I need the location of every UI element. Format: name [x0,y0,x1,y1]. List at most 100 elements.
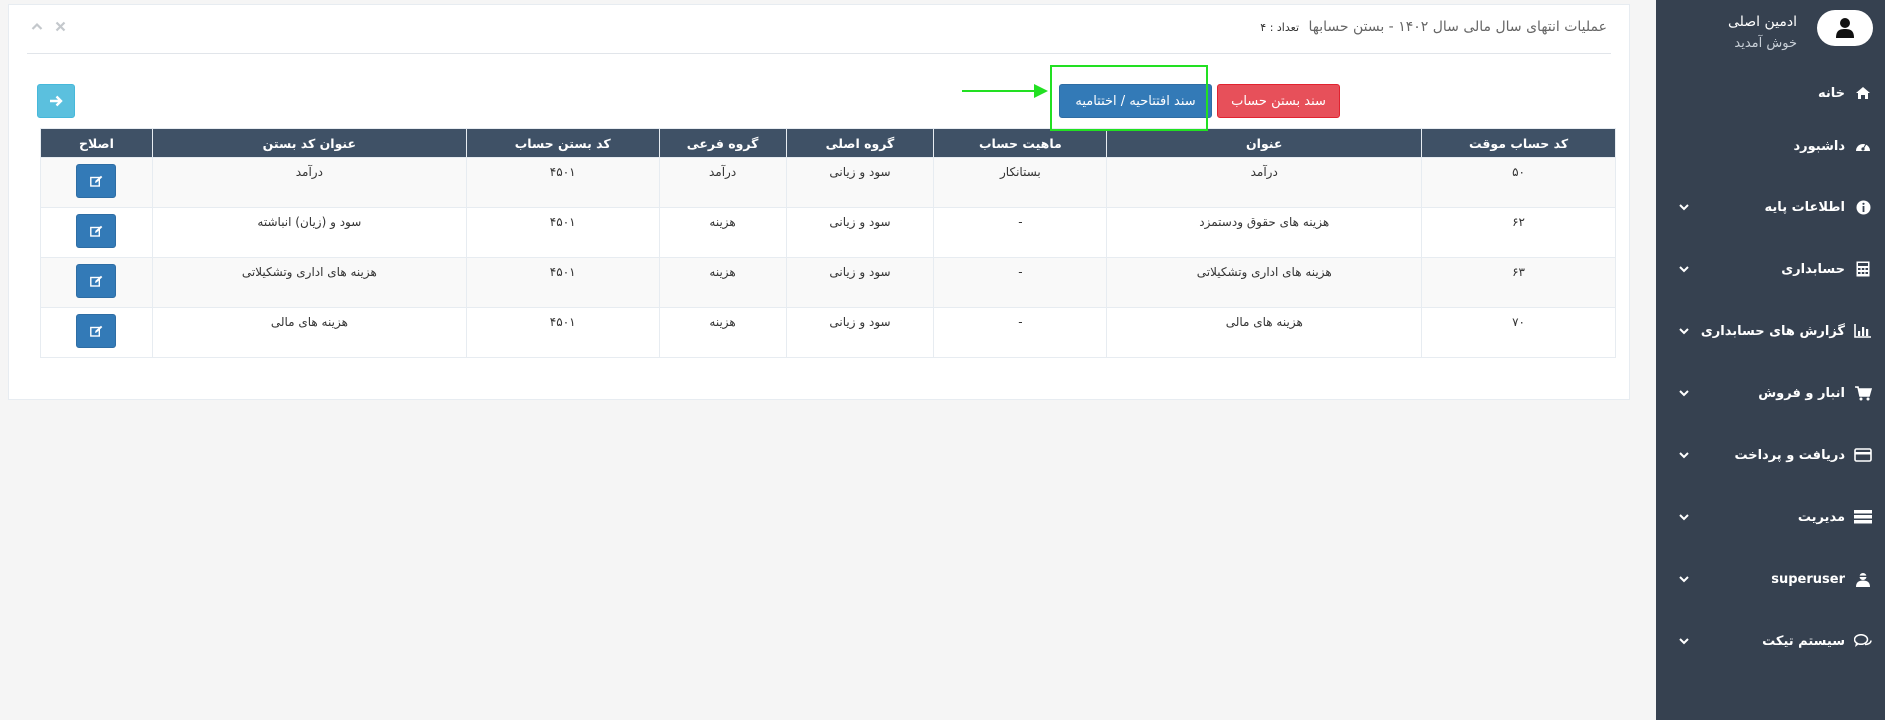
table-cell: هزینه های اداری وتشکیلاتی [151,257,467,308]
sidebar-item-label: اطلاعات پایه [1764,199,1845,215]
home-icon [1853,83,1873,103]
annotation-arrow-line [962,90,1044,92]
table-cell: هزینه های مالی [151,307,467,358]
table-cell: بستانکار [933,157,1108,208]
table-cell: ۴۵۰۱ [465,207,660,258]
chevron-down-icon [1679,328,1689,335]
sidebar-item-receipt-payment[interactable]: دریافت و پرداخت [1656,435,1885,475]
table-row: ۵۰ درآمد بستانکار سود و زیانی درآمد ۴۵۰۱… [40,157,1616,208]
chevron-down-icon [1679,514,1689,521]
panel-divider [27,53,1611,54]
sidebar-item-label: گزارش های حسابداری [1700,323,1845,339]
column-header: گروه اصلی [785,128,935,158]
table-cell: سود و (زیان) انباشته [151,207,467,258]
table-cell: ۴۵۰۱ [465,257,660,308]
chevron-down-icon [1679,452,1689,459]
annotation-arrow-head [1034,84,1048,98]
sidebar-item-management[interactable]: مدیریت [1656,497,1885,537]
table-header-row: کد حساب موقت عنوان ماهیت حساب گروه اصلی … [40,128,1616,158]
column-header: کد بستن حساب [465,128,660,158]
edit-icon [90,175,103,187]
edit-icon [90,325,103,337]
sidebar-item-inventory-sales[interactable]: انبار و فروش [1656,373,1885,413]
table-cell: هزینه [658,307,787,358]
server-icon [1853,507,1873,527]
user-icon [1836,18,1854,38]
table-cell: درآمد [658,157,787,208]
edit-cell [40,307,153,358]
table-cell: ۶۳ [1421,257,1616,308]
sidebar-item-home[interactable]: خانه [1656,73,1885,113]
chevron-down-icon [1679,266,1689,273]
column-header: عنوان [1106,128,1423,158]
table-cell: ۵۰ [1421,157,1616,208]
table-row: ۷۰ هزینه های مالی - سود و زیانی هزینه ۴۵… [40,307,1616,358]
user-name: ادمین اصلی [1727,14,1797,30]
sidebar-item-superuser[interactable]: superuser [1656,559,1885,599]
table-cell: - [933,207,1108,258]
edit-button[interactable] [76,314,117,348]
sidebar-item-accounting-reports[interactable]: گزارش های حسابداری [1656,311,1885,351]
sidebar: ادمین اصلی خوش آمدید خانه داشبورد اطلاعا… [1656,0,1885,720]
edit-cell [40,257,153,308]
annotation-highlight-box [1050,65,1208,131]
column-header: کد حساب موقت [1421,128,1616,158]
page-title: عملیات انتهای سال مالی سال ۱۴۰۲ - بستن ح… [1308,19,1607,35]
table-cell: - [933,307,1108,358]
table-cell: هزینه [658,207,787,258]
table-cell: ۴۵۰۱ [465,157,660,208]
close-account-doc-button[interactable]: سند بستن حساب [1217,84,1340,118]
edit-button[interactable] [76,164,117,198]
sidebar-item-label: superuser [1771,571,1845,587]
sidebar-item-label: خانه [1817,85,1845,101]
edit-icon [90,275,103,287]
main-panel: عملیات انتهای سال مالی سال ۱۴۰۲ - بستن ح… [8,4,1630,400]
avatar[interactable] [1817,10,1873,46]
table-row: ۶۳ هزینه های اداری وتشکیلاتی - سود و زیا… [40,257,1616,308]
user-box: ادمین اصلی خوش آمدید [1656,0,1885,60]
table-cell: سود و زیانی [785,307,935,358]
edit-icon [90,225,103,237]
back-button[interactable] [37,84,75,118]
sidebar-item-ticket-system[interactable]: سیستم تیکت [1656,621,1885,661]
sidebar-item-basic-info[interactable]: اطلاعات پایه [1656,187,1885,227]
column-header: گروه فرعی [658,128,787,158]
cart-icon [1853,383,1873,403]
table-cell: سود و زیانی [785,207,935,258]
table-cell: درآمد [151,157,467,208]
credit-card-icon [1853,445,1873,465]
edit-button[interactable] [76,264,117,298]
dashboard-icon [1853,136,1873,156]
table-cell: هزینه های حقوق ودستمزد [1106,207,1423,258]
sidebar-item-dashboard[interactable]: داشبورد [1656,126,1885,166]
table-cell: هزینه [658,257,787,308]
column-header: عنوان کد بستن [151,128,467,158]
user-welcome: خوش آمدید [1734,36,1797,51]
comments-icon [1853,631,1873,651]
sidebar-item-label: حسابداری [1781,261,1845,277]
table-cell: هزینه های اداری وتشکیلاتی [1106,257,1423,308]
table-cell: هزینه های مالی [1106,307,1423,358]
sidebar-item-label: سیستم تیکت [1762,633,1845,649]
arrow-right-icon [50,95,63,107]
sidebar-item-accounting[interactable]: حسابداری [1656,249,1885,289]
table-cell: درآمد [1106,157,1423,208]
edit-button[interactable] [76,214,117,248]
chevron-down-icon [1679,576,1689,583]
edit-cell [40,207,153,258]
table-cell: ۷۰ [1421,307,1616,358]
table-cell: ۴۵۰۱ [465,307,660,358]
table-cell: - [933,257,1108,308]
table-cell: سود و زیانی [785,257,935,308]
table-cell: سود و زیانی [785,157,935,208]
chevron-down-icon [1679,638,1689,645]
calculator-icon [1853,259,1873,279]
edit-cell [40,157,153,208]
sidebar-item-label: داشبورد [1793,138,1845,154]
collapse-icon[interactable] [31,21,43,32]
close-icon[interactable] [55,21,66,32]
column-header: اصلاح [40,128,153,158]
table-row: ۶۲ هزینه های حقوق ودستمزد - سود و زیانی … [40,207,1616,258]
chevron-down-icon [1679,204,1689,211]
user-secret-icon [1853,569,1873,589]
